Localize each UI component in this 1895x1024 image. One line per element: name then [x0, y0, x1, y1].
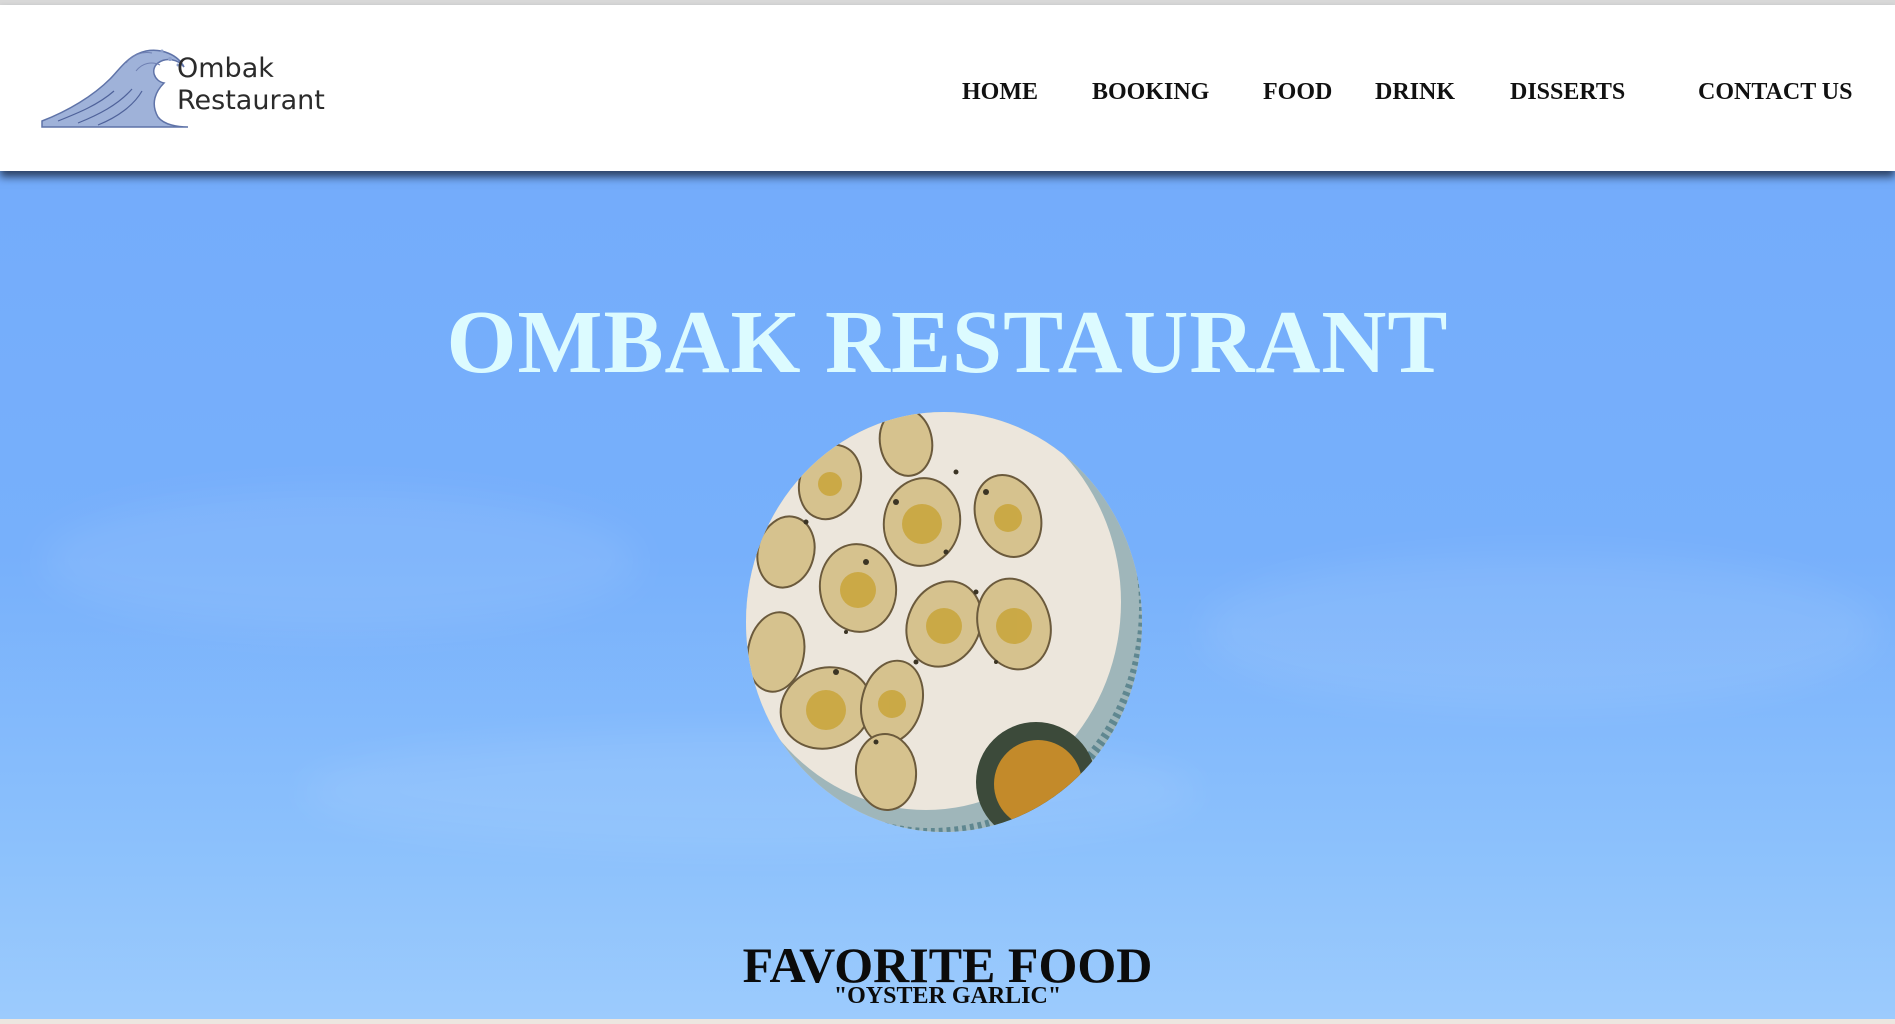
wave-icon [41, 49, 189, 128]
nav-booking[interactable]: BOOKING [1092, 78, 1209, 106]
oyster-plate-image [746, 412, 1142, 832]
brand-name-line1: Ombak [177, 53, 274, 84]
brand-name: Ombak Restaurant [177, 53, 325, 117]
oyster-plate-photo [746, 412, 1142, 832]
navbar: Ombak Restaurant HOME BOOKING FOOD DRINK… [0, 5, 1895, 171]
bottom-border [0, 1019, 1895, 1024]
nav-food[interactable]: FOOD [1263, 78, 1332, 106]
sky-cloud [1200, 551, 1880, 711]
sky-cloud [40, 491, 640, 631]
brand-logo[interactable]: Ombak Restaurant [38, 41, 328, 131]
hero-section: OMBAK RESTAURANT FAVORITE FOOD "OYSTER G… [0, 171, 1895, 1019]
page: Ombak Restaurant HOME BOOKING FOOD DRINK… [0, 0, 1895, 1024]
brand-name-line2: Restaurant [177, 85, 325, 116]
nav-contact-us[interactable]: CONTACT US [1698, 78, 1852, 106]
nav-disserts[interactable]: DISSERTS [1510, 78, 1625, 106]
nav-home[interactable]: HOME [962, 78, 1038, 106]
hero-title: OMBAK RESTAURANT [446, 293, 1449, 393]
favorite-food-name: "OYSTER GARLIC" [833, 983, 1062, 1009]
nav-drink[interactable]: DRINK [1375, 78, 1455, 106]
